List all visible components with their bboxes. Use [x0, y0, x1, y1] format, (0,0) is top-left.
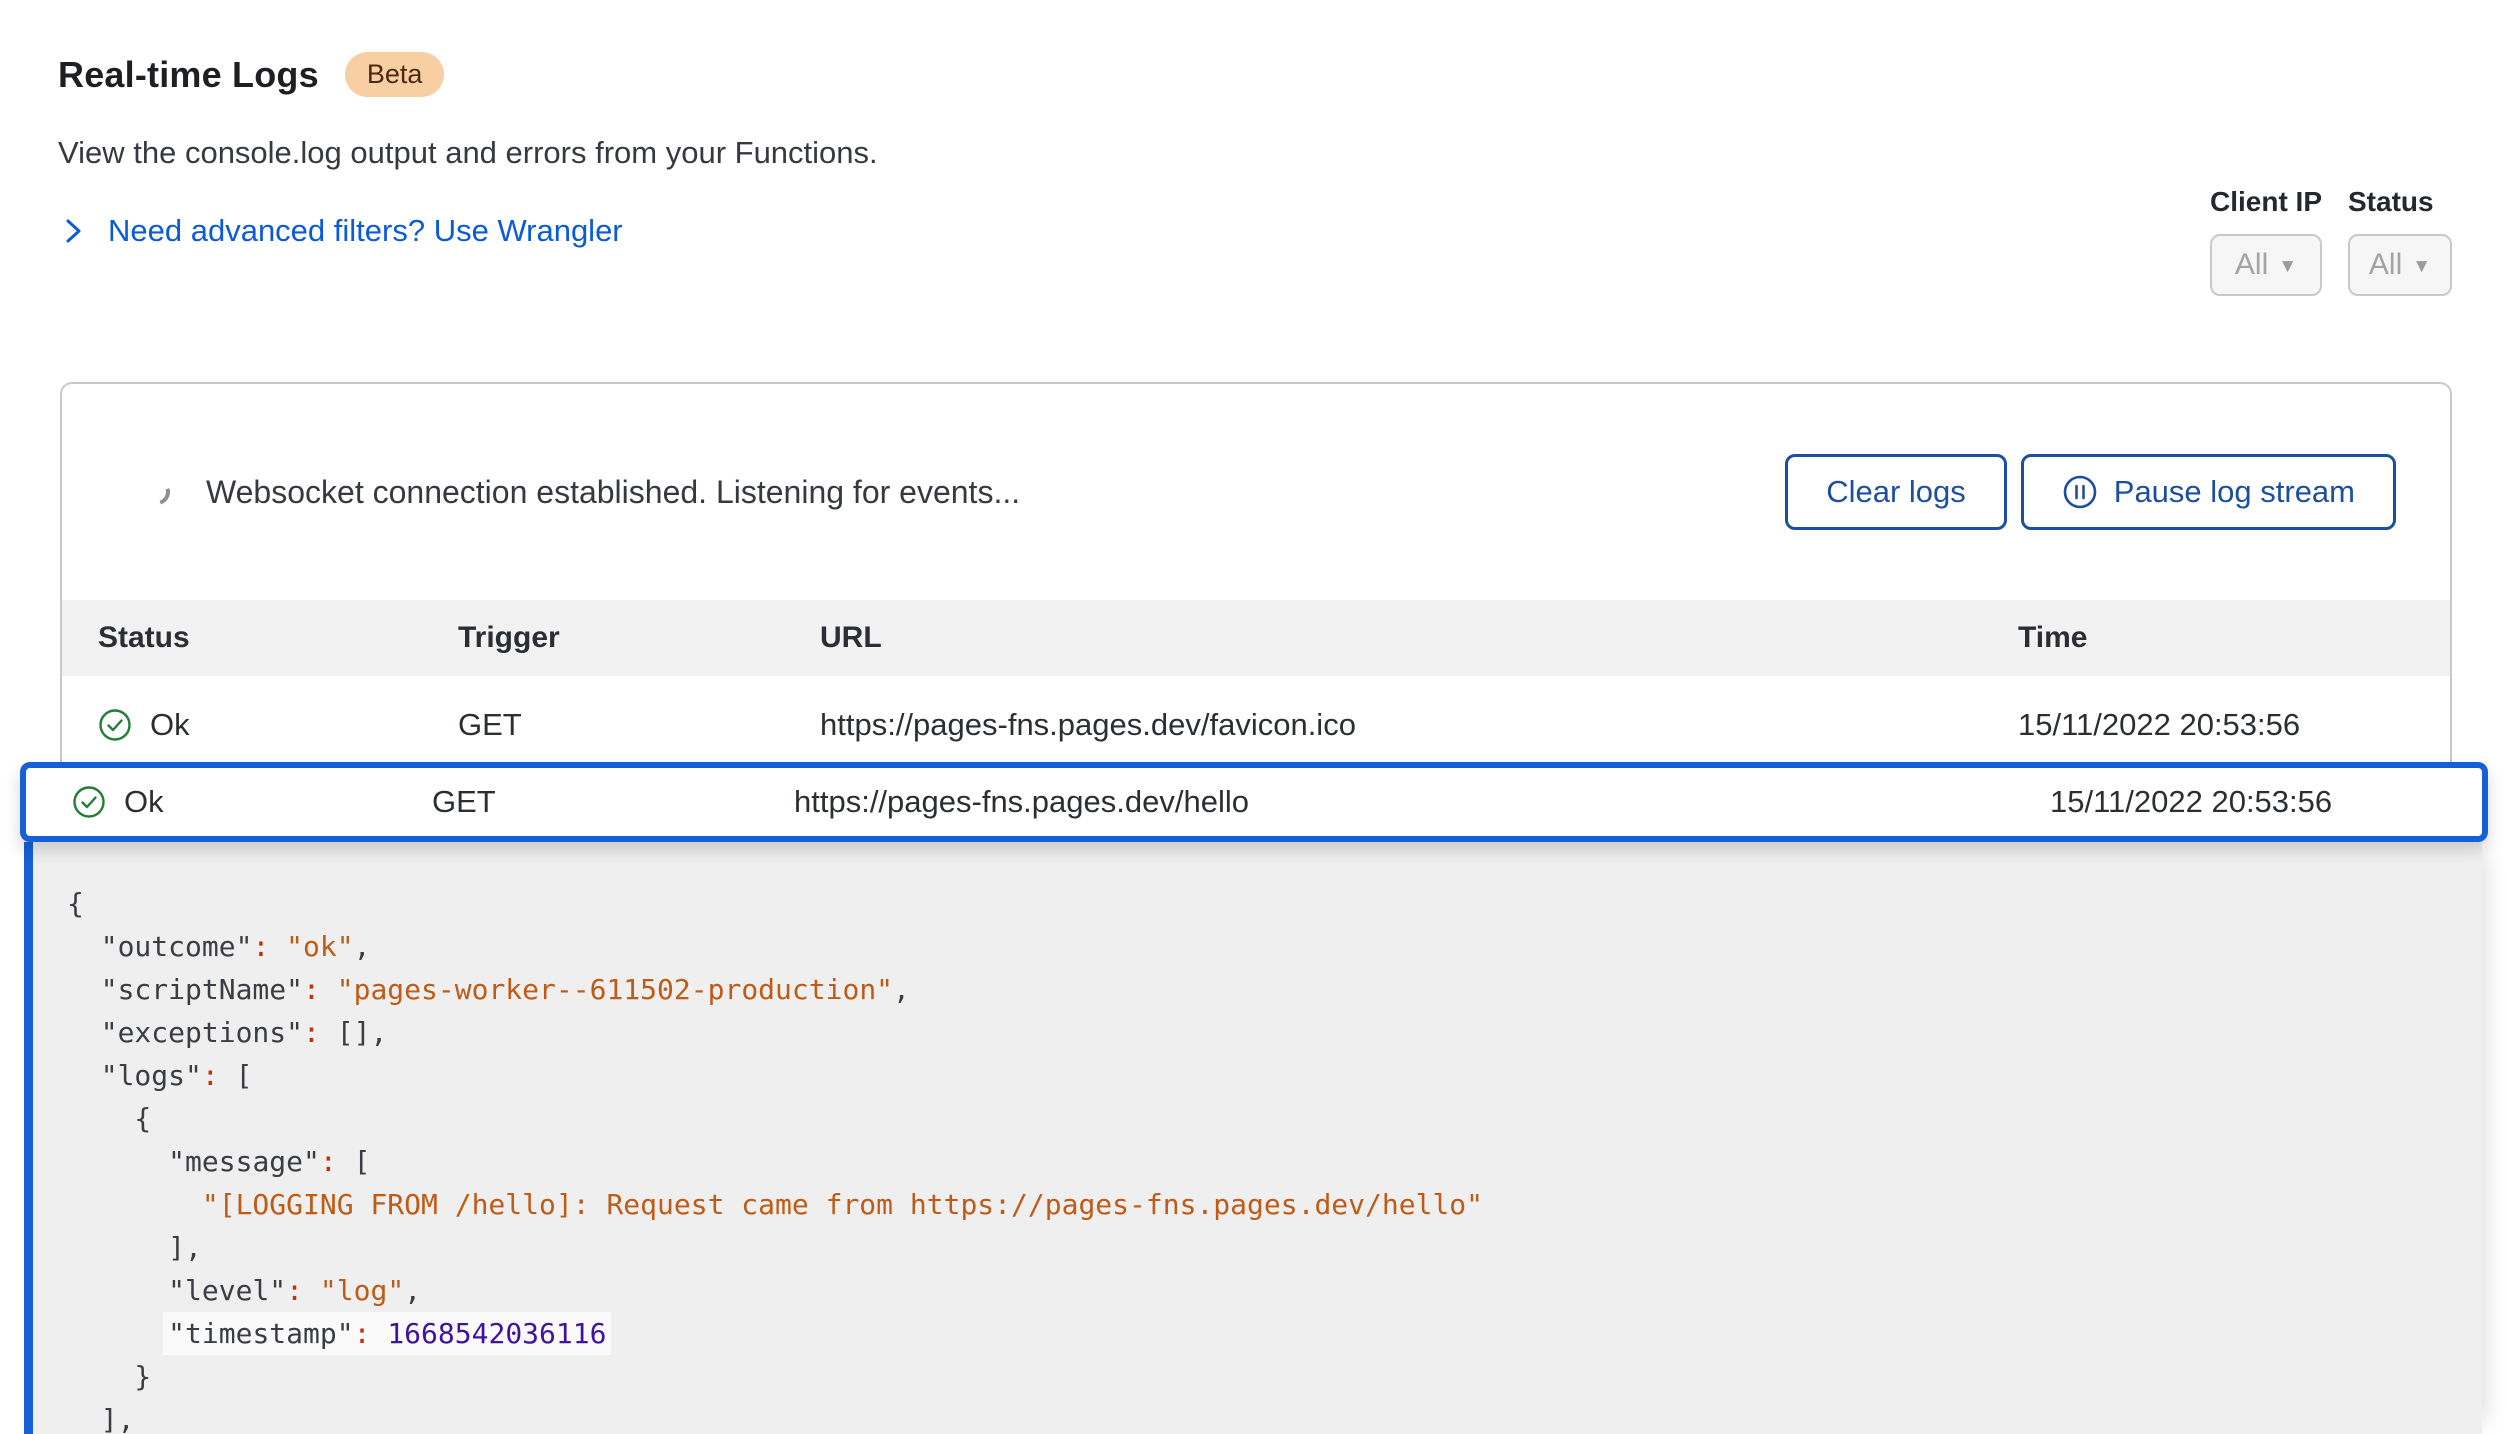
pause-log-stream-label: Pause log stream — [2114, 474, 2355, 510]
client-ip-filter-label: Client IP — [2210, 186, 2322, 218]
spinner-icon — [139, 474, 174, 509]
status-filter-value: All — [2369, 248, 2402, 282]
chevron-right-icon — [58, 216, 88, 246]
clear-logs-button[interactable]: Clear logs — [1785, 454, 2007, 530]
row-time: 15/11/2022 20:53:56 — [2018, 707, 2450, 743]
filters: Client IP All ▼ Status All ▼ — [2210, 186, 2452, 296]
table-row[interactable]: Ok GET https://pages-fns.pages.dev/favic… — [62, 676, 2450, 774]
wrangler-link[interactable]: Need advanced filters? Use Wrangler — [58, 213, 878, 249]
page-description: View the console.log output and errors f… — [58, 135, 878, 171]
caret-down-icon: ▼ — [2412, 256, 2431, 278]
column-header-status: Status — [98, 621, 458, 655]
status-filter-select[interactable]: All ▼ — [2348, 234, 2452, 296]
log-toolbar: Websocket connection established. Listen… — [62, 384, 2450, 600]
column-header-url: URL — [820, 621, 2018, 655]
clear-logs-label: Clear logs — [1826, 474, 1966, 510]
page-title: Real-time Logs — [58, 54, 319, 96]
page-header: Real-time Logs Beta View the console.log… — [58, 52, 878, 249]
row-status: Ok — [124, 784, 164, 820]
log-card: Websocket connection established. Listen… — [60, 382, 2452, 774]
check-circle-icon — [72, 785, 106, 819]
row-url: https://pages-fns.pages.dev/favicon.ico — [820, 707, 2018, 743]
row-time: 15/11/2022 20:53:56 — [2050, 784, 2482, 820]
caret-down-icon: ▼ — [2278, 256, 2297, 278]
expanded-log-code: { "outcome": "ok", "scriptName": "pages-… — [67, 882, 2482, 1434]
table-header: Status Trigger URL Time — [62, 600, 2450, 676]
row-trigger: GET — [458, 707, 820, 743]
check-circle-icon — [98, 708, 132, 742]
wrangler-link-label: Need advanced filters? Use Wrangler — [108, 213, 623, 249]
expanded-log-panel: { "outcome": "ok", "scriptName": "pages-… — [24, 842, 2482, 1434]
table-row-selected[interactable]: Ok GET https://pages-fns.pages.dev/hello… — [20, 762, 2488, 842]
beta-badge: Beta — [345, 52, 445, 97]
row-url: https://pages-fns.pages.dev/hello — [794, 784, 2050, 820]
status-filter-label: Status — [2348, 186, 2452, 218]
pause-log-stream-button[interactable]: Pause log stream — [2021, 454, 2396, 530]
pause-icon — [2062, 474, 2098, 510]
column-header-trigger: Trigger — [458, 621, 820, 655]
row-trigger: GET — [432, 784, 794, 820]
row-status: Ok — [150, 707, 190, 743]
column-header-time: Time — [2018, 621, 2450, 655]
client-ip-filter-select[interactable]: All ▼ — [2210, 234, 2322, 296]
client-ip-filter-value: All — [2235, 248, 2268, 282]
websocket-status-message: Websocket connection established. Listen… — [206, 474, 1020, 511]
